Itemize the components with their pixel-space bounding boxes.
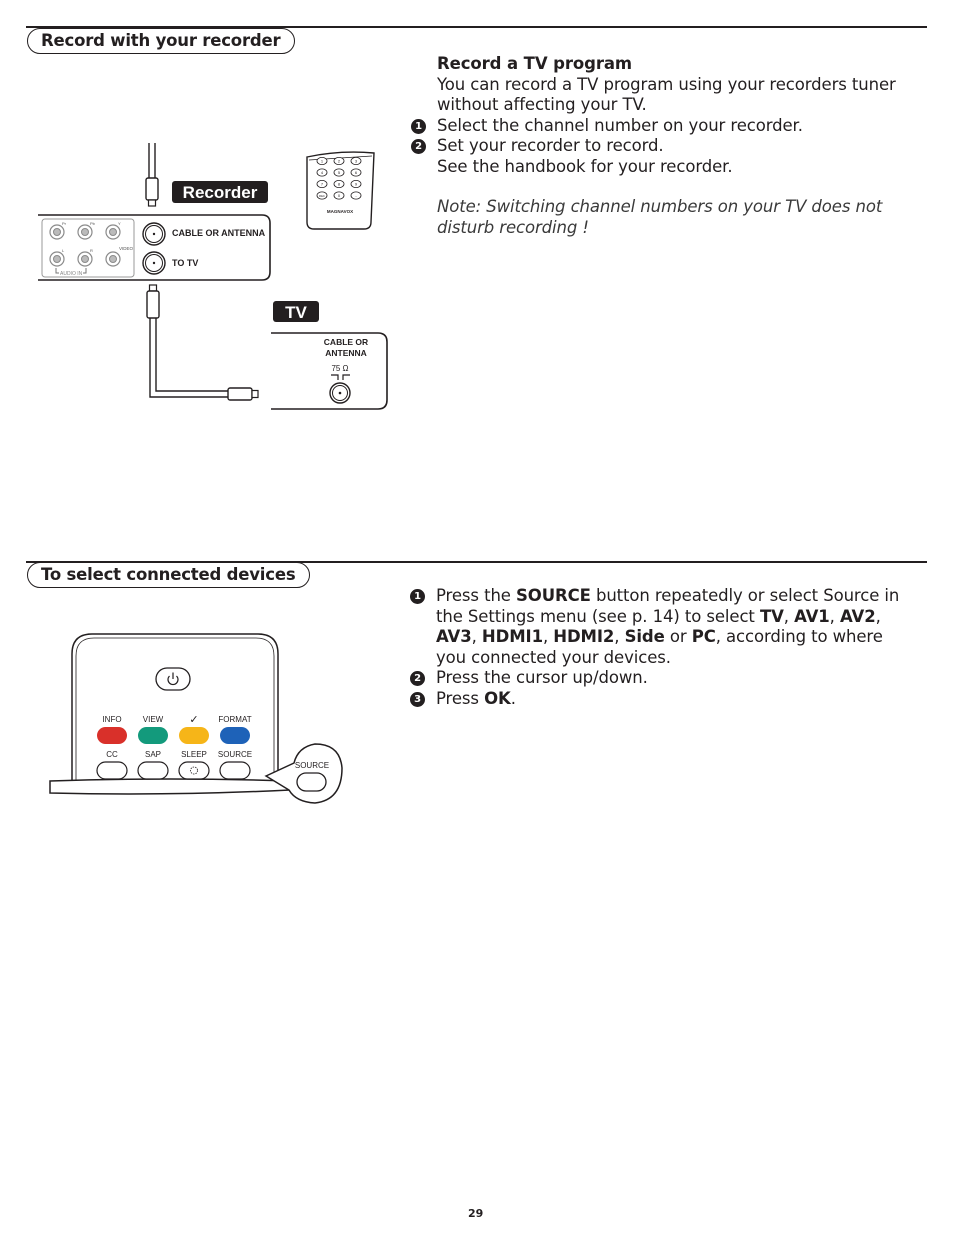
text-run: , <box>471 627 482 646</box>
sleep-label: SLEEP <box>181 750 207 759</box>
view-label: VIEW <box>143 715 164 724</box>
text-run: . <box>510 688 516 708</box>
record-step: 2 Set your recorder to record. <box>411 136 907 157</box>
text-run: Press the <box>436 586 516 605</box>
yellow-check-button[interactable] <box>179 727 209 744</box>
tv-remote-diagram: INFO VIEW ✓ FORMAT CC SAP SLEEP SOURCE S… <box>49 633 343 804</box>
bold-term: SOURCE <box>516 586 591 605</box>
sap-label: SAP <box>145 750 161 759</box>
cc-label: CC <box>106 750 118 759</box>
antenna-cable-in <box>145 143 159 207</box>
callout-source-label: SOURCE <box>295 761 329 770</box>
remote-key-label: REC <box>319 194 325 198</box>
bold-term: OK <box>484 688 511 708</box>
text-run: , <box>783 606 795 626</box>
step-number-icon: 2 <box>411 139 426 154</box>
recorder-label: Recorder <box>183 183 258 202</box>
coax-port-to-tv <box>142 251 166 275</box>
remote-brand: MAGNAVOX <box>327 209 353 214</box>
step-text: Press the SOURCE button repeatedly or se… <box>436 586 899 667</box>
green-view-button[interactable] <box>138 727 168 744</box>
text-run: Press the cursor up/down. <box>436 668 648 687</box>
step-text: Press the cursor up/down. <box>436 668 648 687</box>
bold-term: AV2 <box>839 606 876 626</box>
step-number-icon: 2 <box>410 671 425 686</box>
port-label-cable-or-antenna: CABLE OR ANTENNA <box>172 228 266 238</box>
select-step: 2 Press the cursor up/down. <box>410 668 916 689</box>
bold-term: HDMI2 <box>553 627 615 646</box>
select-step: 3 Press OK. <box>410 689 916 710</box>
step-text: Set your recorder to record. <box>437 136 664 155</box>
rca-label-y: Y <box>118 221 121 226</box>
page-number: 29 <box>468 1207 484 1220</box>
text-run: or <box>664 627 692 646</box>
rca-label-pb: Pb <box>90 221 96 226</box>
coax-port-cable-in <box>142 222 166 246</box>
rca-label-pr: Pr <box>62 221 67 226</box>
section-title-record: Record with your recorder <box>27 28 296 54</box>
tv-port-label-line1: CABLE OR <box>324 337 368 347</box>
text-run: , <box>614 627 625 646</box>
bold-term: HDMI1 <box>481 627 543 646</box>
rca-label-video: VIDEO <box>119 246 134 251</box>
blue-format-button[interactable] <box>220 727 250 744</box>
impedance-label: 75 Ω <box>331 364 348 373</box>
recorder-connection-diagram: Recorder Pr Pb Y L R VIDEO AUDIO IN CABL… <box>38 143 388 410</box>
record-intro: You can record a TV program using your r… <box>437 74 896 115</box>
rca-label-r: R <box>90 248 93 253</box>
section-title-select-devices: To select connected devices <box>27 562 311 588</box>
tv-coax-port <box>329 382 351 404</box>
bold-term: AV3 <box>436 627 472 646</box>
record-extra: See the handbook for your recorder. <box>437 156 733 176</box>
source-label: SOURCE <box>218 750 252 759</box>
select-device-instructions: 1 Press the SOURCE button repeatedly or … <box>410 586 916 710</box>
bold-term: Side <box>624 627 665 646</box>
step-number-icon: 3 <box>410 691 425 707</box>
sleep-button[interactable] <box>178 761 210 780</box>
coax-cable-to-tv <box>146 284 259 401</box>
tv-port-label-line2: ANTENNA <box>325 348 367 358</box>
record-instructions: Record a TV program You can record a TV … <box>411 54 907 238</box>
text-run: Press <box>436 688 485 708</box>
step-number-icon: 1 <box>411 118 426 134</box>
bold-term: AV1 <box>794 606 830 626</box>
record-note: Note: Switching channel numbers on your … <box>437 197 883 237</box>
info-label: INFO <box>102 715 121 724</box>
tv-label: TV <box>285 303 307 322</box>
callout-source-button[interactable] <box>296 772 327 792</box>
source-button[interactable] <box>219 761 251 780</box>
remote-shelf <box>49 778 291 795</box>
port-label-to-tv: TO TV <box>172 258 198 268</box>
step-text: Select the channel number on your record… <box>437 115 803 135</box>
check-icon: ✓ <box>189 714 198 726</box>
red-info-button[interactable] <box>97 727 127 744</box>
select-step: 1 Press the SOURCE button repeatedly or … <box>410 586 916 668</box>
cc-button[interactable] <box>96 761 128 780</box>
format-label: FORMAT <box>218 715 251 724</box>
record-step: 1 Select the channel number on your reco… <box>411 115 907 137</box>
text-run: , <box>542 627 554 646</box>
text-run: , <box>829 606 840 626</box>
record-heading: Record a TV program <box>437 54 633 73</box>
text-run: , <box>875 606 881 626</box>
step-text: Press OK. <box>436 689 516 708</box>
step-number-icon: 1 <box>410 589 425 604</box>
bold-term: TV <box>759 606 784 626</box>
bold-term: PC <box>691 627 716 646</box>
sap-button[interactable] <box>137 761 169 780</box>
audio-in-label: AUDIO IN <box>60 271 83 277</box>
